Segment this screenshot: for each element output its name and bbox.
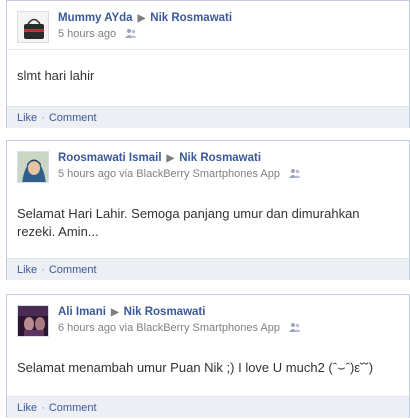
- timestamp[interactable]: 5 hours ago: [58, 28, 116, 40]
- post-message: Selamat menambah umur Puan Nik ;) I love…: [17, 360, 374, 375]
- author-avatar[interactable]: [17, 11, 49, 43]
- wall-post: Ali Imani ▶ Nik Rosmawati 6 hours ago via …: [6, 294, 410, 418]
- friends-audience-icon[interactable]: [289, 322, 301, 336]
- right-arrow-icon: ▶: [166, 153, 175, 164]
- post-actions: Like · Comment: [7, 106, 409, 128]
- header-divider: [7, 49, 409, 50]
- profile-photo: [18, 152, 48, 182]
- friends-audience-icon[interactable]: [289, 168, 301, 182]
- like-link[interactable]: Like: [17, 402, 37, 414]
- right-arrow-icon: ▶: [110, 307, 119, 318]
- via-app[interactable]: via BlackBerry Smartphones App: [119, 168, 280, 180]
- comment-link[interactable]: Comment: [49, 402, 97, 414]
- author-name[interactable]: Roosmawati Ismail: [58, 152, 162, 164]
- via-app[interactable]: via BlackBerry Smartphones App: [119, 322, 280, 334]
- profile-photo: [18, 306, 48, 336]
- handbag-photo: [18, 12, 48, 42]
- wall-post: Roosmawati Ismail ▶ Nik Rosmawati 5 hours …: [6, 140, 410, 280]
- post-message: slmt hari lahir: [17, 68, 95, 83]
- comment-link[interactable]: Comment: [49, 112, 97, 124]
- target-name[interactable]: Nik Rosmawati: [150, 12, 232, 24]
- wall-post: Mummy AYda ▶ Nik Rosmawati 5 hours ago slm…: [6, 0, 410, 128]
- separator-dot: ·: [41, 402, 45, 414]
- target-name[interactable]: Nik Rosmawati: [124, 306, 206, 318]
- friends-audience-icon[interactable]: [125, 28, 137, 42]
- comment-link[interactable]: Comment: [49, 264, 97, 276]
- author-name[interactable]: Ali Imani: [58, 306, 106, 318]
- post-header: Mummy AYda ▶ Nik Rosmawati 5 hours ago: [17, 11, 401, 45]
- post-names: Ali Imani ▶ Nik Rosmawati: [58, 306, 205, 318]
- timestamp[interactable]: 5 hours ago: [58, 168, 116, 180]
- separator-dot: ·: [41, 264, 45, 276]
- post-header: Roosmawati Ismail ▶ Nik Rosmawati 5 hours …: [17, 151, 401, 185]
- post-names: Mummy AYda ▶ Nik Rosmawati: [58, 12, 232, 24]
- target-name[interactable]: Nik Rosmawati: [179, 152, 261, 164]
- right-arrow-icon: ▶: [137, 13, 146, 24]
- author-avatar[interactable]: [17, 151, 49, 183]
- like-link[interactable]: Like: [17, 264, 37, 276]
- author-avatar[interactable]: [17, 305, 49, 337]
- post-names: Roosmawati Ismail ▶ Nik Rosmawati: [58, 152, 261, 164]
- post-actions: Like · Comment: [7, 258, 409, 280]
- like-link[interactable]: Like: [17, 112, 37, 124]
- post-meta: 6 hours ago via BlackBerry Smartphones A…: [58, 322, 301, 336]
- news-feed-stream: Mummy AYda ▶ Nik Rosmawati 5 hours ago slm…: [0, 0, 410, 418]
- post-meta: 5 hours ago via BlackBerry Smartphones A…: [58, 168, 301, 182]
- post-actions: Like · Comment: [7, 396, 409, 418]
- author-name[interactable]: Mummy AYda: [58, 12, 133, 24]
- post-message: Selamat Hari Lahir. Semoga panjang umur …: [17, 206, 360, 239]
- post-header: Ali Imani ▶ Nik Rosmawati 6 hours ago via …: [17, 305, 401, 339]
- separator-dot: ·: [41, 112, 45, 124]
- timestamp[interactable]: 6 hours ago: [58, 322, 116, 334]
- post-meta: 5 hours ago: [58, 28, 137, 42]
